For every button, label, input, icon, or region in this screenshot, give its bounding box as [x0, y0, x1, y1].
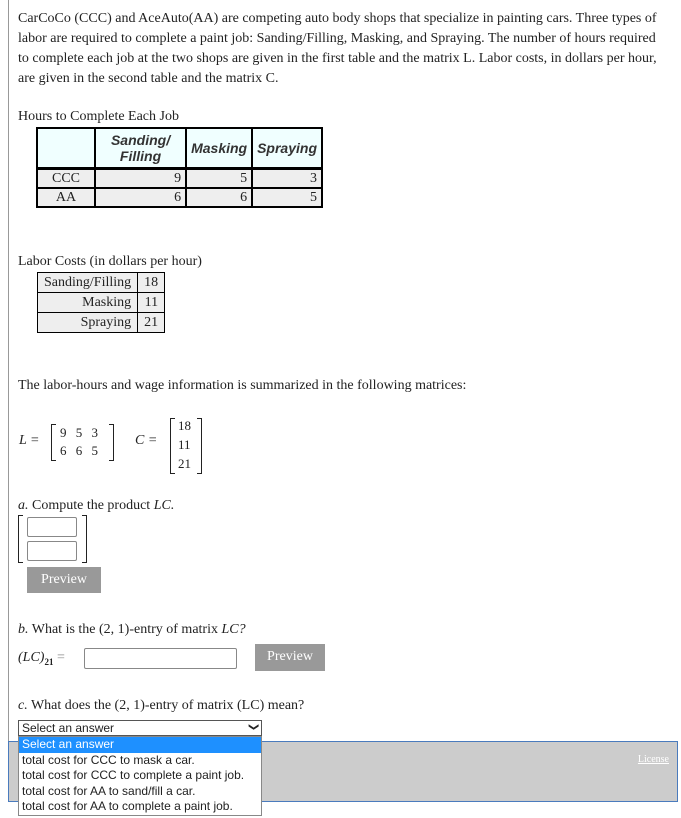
cell: 5 [185, 167, 254, 189]
cell: 5 [251, 187, 323, 208]
cell: 21 [137, 312, 166, 333]
cell: 11 [137, 292, 166, 313]
intro-text: CarCoCo (CCC) and AceAuto(AA) are compet… [18, 11, 657, 86]
bracket-right [197, 418, 202, 474]
hours-table: Sanding/ Filling Masking Spraying CCC 9 5 3… [36, 127, 323, 208]
table-row: AA 6 6 5 [36, 187, 323, 208]
option-ccc-paint-job[interactable]: total cost for CCC to complete a paint j… [19, 768, 261, 784]
summary-text: The labor-hours and wage information is … [18, 378, 467, 393]
table-row: Sanding/Filling 18 [36, 272, 166, 293]
option-ccc-mask[interactable]: total cost for CCC to mask a car. [19, 753, 261, 769]
lc21-input[interactable] [84, 648, 237, 669]
answer-select[interactable]: Select an answer ❯ [18, 720, 262, 736]
lc-entry-1-input[interactable] [27, 517, 77, 537]
selected-value: Select an answer [22, 721, 115, 735]
bracket-left [51, 424, 56, 461]
preview-button-b[interactable]: Preview [255, 644, 325, 671]
header-sanding: Sanding/ Filling [93, 127, 188, 170]
answer-options-list[interactable]: Select an answer total cost for CCC to m… [18, 736, 262, 816]
row-label: CCC [36, 167, 96, 189]
matrix-C-entry: 11 [178, 437, 191, 452]
labor-table: Sanding/Filling 18 Masking 11 Spraying 21 [36, 272, 166, 333]
option-aa-sand-fill[interactable]: total cost for AA to sand/fill a car. [19, 784, 261, 800]
matrix-L-label: L = [19, 433, 40, 448]
part-c-question: c. What does the (2, 1)-entry of matrix … [18, 698, 305, 713]
matrix-L: 9 5 3 6 6 5 [51, 424, 114, 461]
row-label: Spraying [36, 312, 139, 333]
lc-entry-2-input[interactable] [27, 541, 77, 561]
row-label: Masking [36, 292, 139, 313]
bracket-right [109, 424, 114, 461]
matrix-C-entry: 21 [178, 456, 191, 471]
chevron-down-icon: ❯ [247, 722, 259, 732]
matrix-C-entry: 18 [178, 418, 191, 433]
option-aa-paint-job[interactable]: total cost for AA to complete a paint jo… [19, 799, 261, 815]
header-masking: Masking [185, 127, 254, 170]
matrix-L-row-2: 6 6 5 [60, 443, 98, 458]
table-row: Masking 11 [36, 292, 166, 313]
matrix-C-label: C = [135, 433, 158, 448]
cell: 9 [93, 167, 188, 189]
part-a-question: a. Compute the product LC. [18, 498, 175, 513]
header-spraying: Spraying [251, 127, 323, 170]
cell: 18 [137, 272, 166, 293]
table-row: Spraying 21 [36, 312, 166, 333]
cell: 6 [93, 187, 188, 208]
matrix-L-row-1: 9 5 3 [60, 425, 98, 440]
hours-table-title: Hours to Complete Each Job [18, 109, 179, 124]
cell: 6 [185, 187, 254, 208]
corner-cell [36, 127, 96, 170]
lc21-label: (LC)21 = [18, 650, 65, 667]
cell: 3 [251, 167, 323, 189]
table-row: CCC 9 5 3 [36, 167, 323, 189]
labor-table-title: Labor Costs (in dollars per hour) [18, 254, 202, 269]
bracket-left [170, 418, 175, 474]
matrix-C: 18 11 21 [170, 418, 202, 474]
row-label: AA [36, 187, 96, 208]
bracket-left [18, 515, 23, 563]
bracket-right [82, 515, 87, 563]
option-select-an-answer[interactable]: Select an answer [19, 737, 261, 753]
preview-button-a[interactable]: Preview [27, 567, 101, 593]
part-b-question: b. What is the (2, 1)-entry of matrix LC… [18, 622, 246, 637]
license-link[interactable]: License [638, 754, 669, 765]
row-label: Sanding/Filling [36, 272, 139, 293]
